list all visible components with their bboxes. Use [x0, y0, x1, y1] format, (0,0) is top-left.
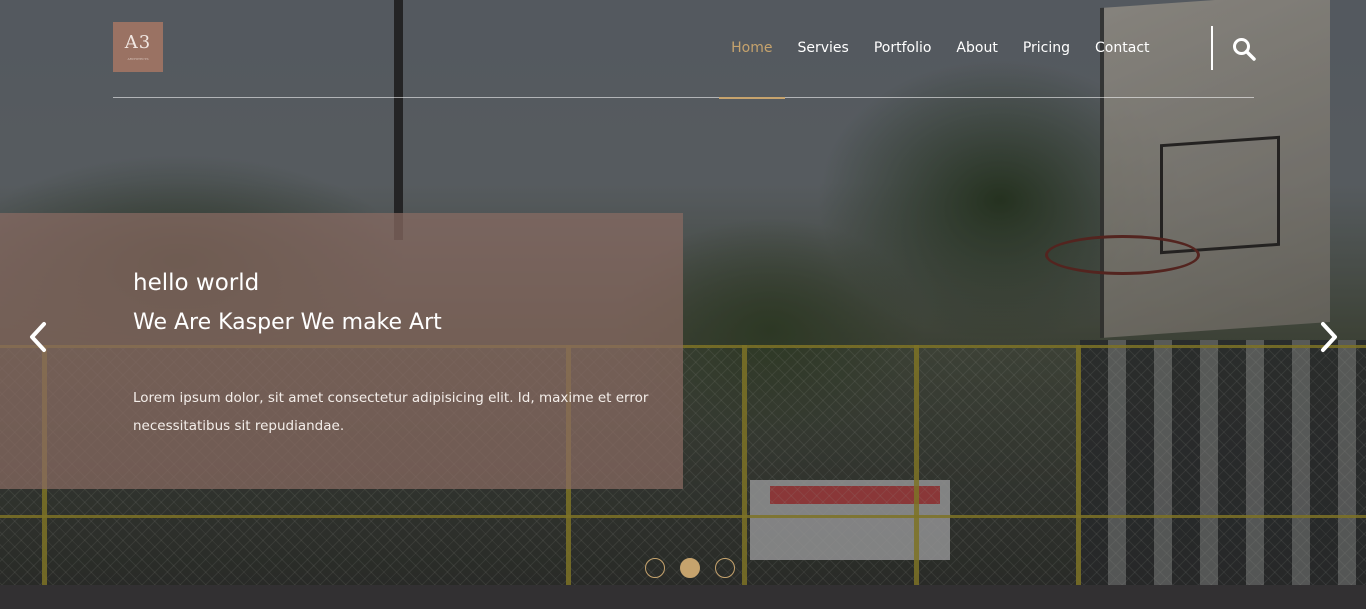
carousel-dot-1[interactable] — [645, 558, 665, 578]
nav-services[interactable]: Servies — [785, 0, 861, 98]
main-nav: Home Servies Portfolio About Pricing Con… — [718, 0, 1162, 99]
slide-content-box — [0, 213, 683, 489]
search-icon[interactable] — [1232, 37, 1256, 61]
nav-pricing[interactable]: Pricing — [1010, 0, 1082, 98]
slide-title: hello world — [133, 270, 260, 296]
logo[interactable]: A3 ARCHITECTS — [113, 22, 163, 72]
hero-slider: A3 ARCHITECTS Home Servies Portfolio Abo… — [0, 0, 1366, 609]
nav-divider — [1211, 26, 1213, 70]
nav-contact[interactable]: Contact — [1083, 0, 1162, 98]
nav-about[interactable]: About — [944, 0, 1010, 98]
slide-description: Lorem ipsum dolor, sit amet consectetur … — [133, 390, 649, 434]
site-header: A3 ARCHITECTS Home Servies Portfolio Abo… — [113, 0, 1256, 99]
chevron-right-icon[interactable] — [1313, 320, 1343, 354]
carousel-dot-3[interactable] — [715, 558, 735, 578]
nav-home[interactable]: Home — [718, 0, 786, 99]
chevron-left-icon[interactable] — [24, 320, 54, 354]
carousel-dot-2[interactable] — [680, 558, 700, 578]
slide-subtitle: We Are Kasper We make Art — [133, 310, 442, 335]
logo-subtext: ARCHITECTS — [127, 57, 149, 61]
carousel-indicators — [645, 558, 735, 578]
nav-portfolio[interactable]: Portfolio — [861, 0, 944, 98]
